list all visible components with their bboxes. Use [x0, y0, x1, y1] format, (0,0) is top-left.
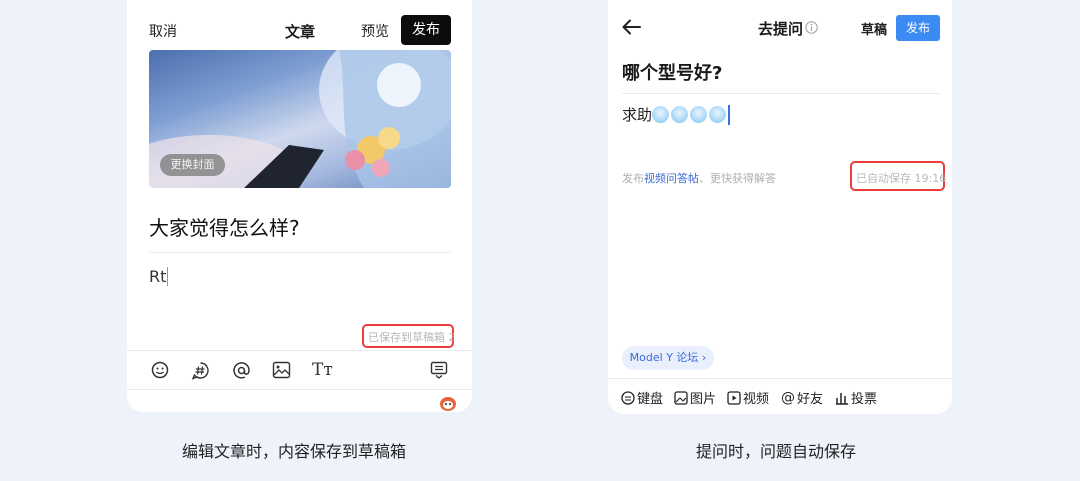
ask-question-panel: 去提问 草稿 发布 哪个型号好? 求助 发布视频问答帖、更快获得解答 已自动保存… — [608, 0, 952, 414]
hint-suffix: 、更快获得解答 — [699, 172, 776, 185]
article-title-input[interactable]: 大家觉得怎么样? — [149, 212, 300, 241]
toolbar-picture[interactable]: 图片 — [674, 388, 716, 407]
info-icon[interactable] — [805, 21, 818, 34]
emoji-sticker — [690, 106, 708, 123]
toolbar-label: 键盘 — [637, 392, 664, 407]
at-icon: @ — [781, 389, 795, 406]
emoji-sticker — [671, 106, 689, 123]
video-qa-link[interactable]: 视频问答帖 — [644, 172, 699, 185]
text-cursor — [167, 267, 169, 286]
video-icon — [727, 390, 741, 405]
saved-status-text: 已保存到草稿箱 2 — [368, 331, 456, 344]
text-cursor — [728, 104, 731, 125]
question-body-text: 求助 — [622, 106, 653, 124]
avatar-icon[interactable] — [439, 395, 457, 411]
publish-button[interactable]: 发布 — [401, 15, 451, 45]
toolbar-label: 视频 — [743, 392, 770, 407]
toolbar-keyboard[interactable]: 键盘 — [621, 388, 663, 407]
autosave-status-highlight: 已自动保存 19:16 — [850, 161, 947, 191]
toolbar-divider — [608, 378, 952, 379]
toolbar-label: 投票 — [851, 392, 878, 407]
emoji-sticker — [709, 106, 727, 123]
right-caption: 提问时，问题自动保存 — [696, 442, 857, 461]
forum-tag-label: Model Y 论坛 — [629, 351, 699, 364]
video-qa-hint: 发布视频问答帖、更快获得解答 — [622, 170, 776, 186]
toolbar-poll[interactable]: 投票 — [835, 388, 877, 407]
toolbar-video[interactable]: 视频 — [727, 388, 769, 407]
title-divider — [622, 93, 940, 94]
article-body-text: Rt — [149, 267, 167, 286]
cancel-button[interactable]: 取消 — [149, 21, 177, 41]
keyboard-icon — [621, 390, 635, 405]
question-title-input[interactable]: 哪个型号好? — [622, 59, 722, 85]
hashtag-icon[interactable] — [191, 361, 210, 380]
mention-icon[interactable] — [232, 361, 251, 380]
saved-status-highlight: 已保存到草稿箱 2 — [362, 324, 456, 348]
cover-image: 更换封面 — [149, 50, 451, 188]
article-body-input[interactable]: Rt — [149, 267, 169, 286]
chevron-right-icon: › — [698, 351, 707, 364]
question-body-input[interactable]: 求助 — [622, 104, 731, 125]
article-editor-panel: 取消 文章 预览 发布 更换封面 大家觉得怎么样? Rt 已保存到草稿箱 2 T… — [127, 0, 472, 412]
hint-prefix: 发布 — [622, 172, 644, 185]
image-icon[interactable] — [272, 361, 291, 379]
toolbar-divider — [127, 350, 472, 351]
bottom-divider — [127, 389, 472, 390]
forum-tag[interactable]: Model Y 论坛 › — [622, 346, 714, 370]
picture-icon — [674, 390, 688, 405]
keyboard-toggle-icon[interactable] — [430, 361, 448, 379]
emoji-icon[interactable] — [151, 361, 169, 379]
page-title: 文章 — [285, 23, 316, 41]
autosave-status-text: 已自动保存 19:16 — [856, 172, 947, 185]
change-cover-button[interactable]: 更换封面 — [160, 154, 225, 176]
back-arrow-icon[interactable] — [622, 18, 642, 36]
preview-button[interactable]: 预览 — [361, 21, 389, 41]
publish-button[interactable]: 发布 — [896, 15, 940, 41]
toolbar-friends[interactable]: @ 好友 — [781, 388, 824, 408]
text-format-icon[interactable]: Tт — [312, 360, 333, 380]
toolbar-label: 好友 — [797, 392, 824, 407]
poll-icon — [836, 392, 848, 405]
left-caption: 编辑文章时，内容保存到草稿箱 — [182, 442, 407, 461]
toolbar-label: 图片 — [690, 392, 717, 407]
draft-button[interactable]: 草稿 — [861, 19, 887, 38]
page-title: 去提问 — [758, 20, 804, 38]
emoji-sticker — [652, 106, 670, 123]
title-divider — [149, 252, 451, 253]
